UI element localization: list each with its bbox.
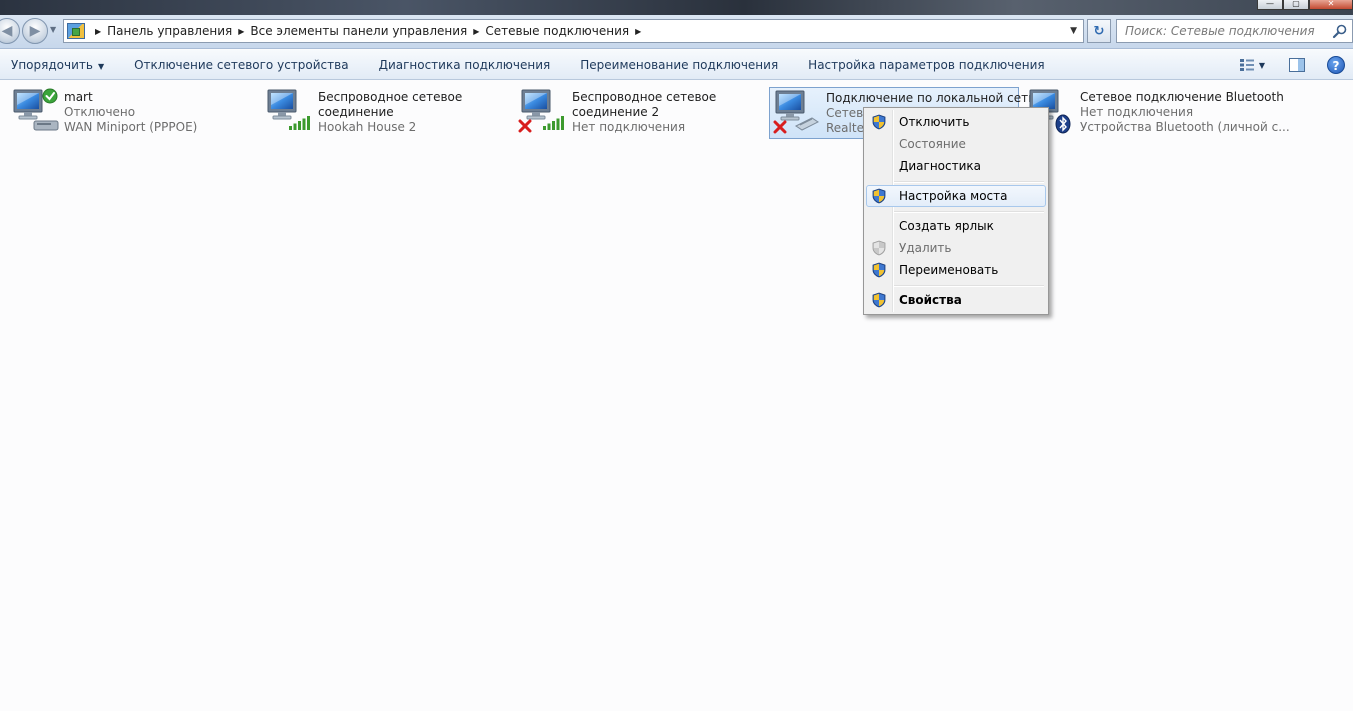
menu-item-properties[interactable]: Свойства [866,289,1046,311]
search-icon[interactable] [1332,23,1348,39]
uac-shield-icon [871,292,887,308]
organize-label: Упорядочить [11,57,93,72]
connection-status: Нет подключения [572,120,686,134]
connection-text: Беспроводное сетевое соединение 2 Нет по… [572,90,716,135]
menu-item-bridge-connections[interactable]: Настройка моста [866,185,1046,207]
context-menu: Отключить Состояние Диагностика Настройк… [863,107,1049,315]
menu-item-label: Отключить [899,115,970,129]
connection-item-wireless[interactable]: Беспроводное сетевое соединение Hookah H… [264,87,504,139]
connection-text: Беспроводное сетевое соединение Hookah H… [318,90,462,135]
breadcrumb-separator-icon[interactable]: ▶ [238,27,244,36]
command-bar: Упорядочить ▼ Отключение сетевого устройс… [0,50,1353,80]
connection-text: mart Отключено WAN Miniport (PPPOE) [64,90,197,135]
breadcrumb-network-connections[interactable]: Сетевые подключения [485,24,629,38]
menu-separator [894,181,1044,183]
wireless-network-icon [267,89,310,130]
refresh-button[interactable]: ↻ [1087,19,1111,43]
address-bar[interactable]: ▶ Панель управления ▶ Все элементы панел… [63,19,1084,43]
connection-text: Сетевое подключение Bluetooth Нет подклю… [1080,90,1290,135]
menu-item-create-shortcut[interactable]: Создать ярлык [866,215,1046,237]
connection-status: Hookah House 2 [318,120,417,134]
uac-shield-icon [871,262,887,278]
wireless-disconnected-icon [518,89,564,133]
menu-item-label: Диагностика [899,159,982,173]
connection-name: mart [64,90,93,104]
change-connection-settings-button[interactable]: Настройка параметров подключения [793,50,1059,80]
menu-separator [894,285,1044,287]
connection-status: Отключено [64,105,136,119]
chevron-down-icon: ▼ [97,61,105,71]
rename-connection-button[interactable]: Переименование подключения [565,50,793,80]
diagnose-connection-button[interactable]: Диагностика подключения [364,50,566,80]
search-input[interactable] [1117,24,1327,38]
connection-name: Сетевое подключение Bluetooth [1080,90,1284,104]
recent-pages-dropdown-icon[interactable]: ▼ [50,25,56,34]
disable-device-button[interactable]: Отключение сетевого устройства [119,50,363,80]
search-box[interactable] [1116,19,1353,43]
forward-button[interactable]: ▶ [22,18,48,44]
help-icon[interactable]: ? [1327,56,1345,74]
minimize-button[interactable]: — [1257,0,1283,10]
window-controls: — ▢ ✕ [1257,0,1353,10]
menu-item-rename[interactable]: Переименовать [866,259,1046,281]
back-arrow-icon: ◀ [1,23,13,39]
breadcrumb-separator-icon[interactable]: ▶ [473,27,479,36]
uac-shield-icon [871,114,887,130]
pppoe-connection-icon [13,88,59,131]
back-button[interactable]: ◀ [0,18,20,44]
menu-item-diagnose[interactable]: Диагностика [866,155,1046,177]
control-panel-icon [67,23,85,39]
connection-device: WAN Miniport (PPPOE) [64,120,198,134]
view-options-chevron-icon[interactable]: ▼ [1259,61,1265,70]
address-dropdown-icon[interactable]: ▼ [1070,26,1077,36]
menu-item-label: Удалить [899,241,952,255]
lan-disconnected-icon [773,90,819,134]
maximize-button[interactable]: ▢ [1283,0,1309,10]
uac-shield-icon [871,188,887,204]
refresh-icon: ↻ [1093,23,1105,39]
connection-name-line2: соединение [318,105,394,119]
menu-item-disable[interactable]: Отключить [866,111,1046,133]
breadcrumb-all-control-panel-items[interactable]: Все элементы панели управления [250,24,467,38]
menu-item-label: Свойства [899,293,962,307]
menu-item-delete: Удалить [866,237,1046,259]
uac-shield-disabled-icon [871,240,887,256]
menu-item-label: Состояние [899,137,966,151]
forward-arrow-icon: ▶ [29,23,41,39]
connection-item-wireless-2[interactable]: Беспроводное сетевое соединение 2 Нет по… [518,87,758,139]
connection-device: Устройства Bluetooth (личной с... [1080,120,1290,134]
navigation-bar: ◀ ▶ ▼ ▶ Панель управления ▶ Все элементы… [0,15,1353,49]
connection-item-bluetooth[interactable]: Сетевое подключение Bluetooth Нет подклю… [1026,87,1290,139]
menu-item-label: Создать ярлык [899,219,994,233]
menu-item-label: Переименовать [899,263,999,277]
close-button[interactable]: ✕ [1309,0,1353,10]
connection-name: Подключение по локальной сети [826,91,1036,105]
command-bar-right: ▼ ? [1239,50,1353,80]
menu-item-status: Состояние [866,133,1046,155]
connection-name: Беспроводное сетевое [318,90,463,104]
preview-pane-icon[interactable] [1289,58,1305,72]
breadcrumb-separator-icon[interactable]: ▶ [95,27,101,36]
change-view-icon[interactable] [1239,58,1255,72]
connection-name-line2: соединение 2 [572,105,660,119]
window-title-bar: — ▢ ✕ [0,0,1353,15]
connection-item-mart[interactable]: mart Отключено WAN Miniport (PPPOE) [10,87,250,139]
menu-item-label: Настройка моста [899,189,1008,203]
connection-name: Беспроводное сетевое [572,90,717,104]
breadcrumb-separator-icon[interactable]: ▶ [635,27,641,36]
menu-separator [894,211,1044,213]
breadcrumb-control-panel[interactable]: Панель управления [107,24,232,38]
organize-menu-button[interactable]: Упорядочить ▼ [0,50,119,80]
connection-status: Нет подключения [1080,105,1194,119]
